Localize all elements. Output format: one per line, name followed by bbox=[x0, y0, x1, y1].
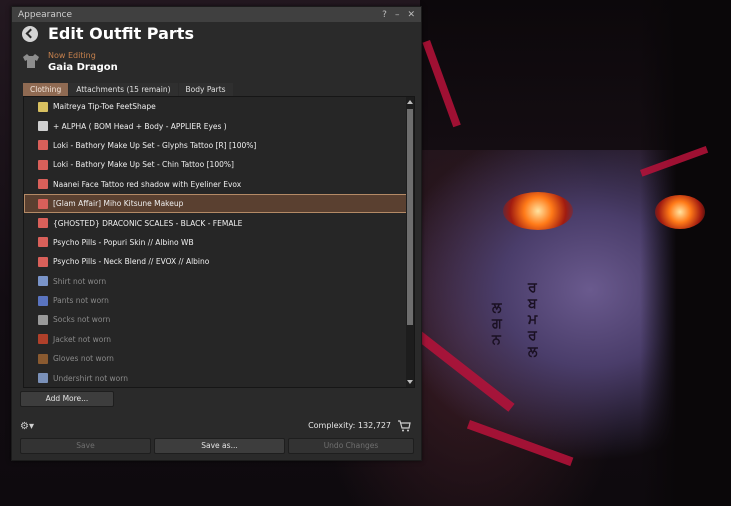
help-icon[interactable]: ? bbox=[382, 10, 387, 20]
page-title: Edit Outfit Parts bbox=[48, 24, 194, 43]
list-item-label: Psycho Pills - Neck Blend // EVOX // Alb… bbox=[53, 257, 210, 267]
tattoo-icon bbox=[38, 218, 48, 229]
tab-body-parts[interactable]: Body Parts bbox=[178, 83, 233, 96]
footer-bar: ⚙▾ Complexity: 132,727 bbox=[20, 419, 413, 435]
complexity-label: Complexity: 132,727 bbox=[308, 421, 391, 430]
list-item-label: Jacket not worn bbox=[53, 334, 112, 344]
list-item-label: Socks not worn bbox=[53, 315, 111, 325]
gloves-icon bbox=[38, 353, 48, 364]
scroll-down-icon[interactable] bbox=[407, 380, 413, 384]
list-item-label: Pants not worn bbox=[53, 296, 109, 306]
list-item-label: Undershirt not worn bbox=[53, 373, 128, 383]
list-scrollbar[interactable] bbox=[406, 97, 414, 387]
list-item[interactable]: + ALPHA ( BOM Head + Body - APPLIER Eyes… bbox=[24, 116, 414, 135]
list-item[interactable]: Psycho Pills - Neck Blend // EVOX // Alb… bbox=[24, 252, 414, 271]
jacket-icon bbox=[38, 334, 48, 345]
list-item-label: Loki - Bathory Make Up Set - Glyphs Tatt… bbox=[53, 140, 257, 150]
alpha-icon bbox=[38, 121, 48, 132]
tab-attachments[interactable]: Attachments (15 remain) bbox=[69, 83, 178, 96]
undo-changes-button[interactable]: Undo Changes bbox=[288, 438, 414, 454]
list-item[interactable]: [Glam Affair] Miho Kitsune Makeup bbox=[24, 193, 414, 214]
list-item-label: Loki - Bathory Make Up Set - Chin Tattoo… bbox=[53, 160, 234, 170]
list-item[interactable]: Loki - Bathory Make Up Set - Glyphs Tatt… bbox=[24, 136, 414, 155]
list-item-label: [Glam Affair] Miho Kitsune Makeup bbox=[53, 199, 184, 209]
outfit-shirt-icon bbox=[23, 54, 39, 68]
list-item-label: Shirt not worn bbox=[53, 276, 107, 286]
tab-clothing[interactable]: Clothing bbox=[23, 83, 69, 96]
list-item[interactable]: Socks not worn bbox=[24, 310, 414, 329]
tattoo-icon bbox=[38, 237, 48, 248]
list-item-label: Maitreya Tip-Toe FeetShape bbox=[53, 102, 156, 112]
list-item[interactable]: {GHOSTED} DRACONIC SCALES - BLACK - FEMA… bbox=[24, 213, 414, 232]
list-item[interactable]: Undershirt not worn bbox=[24, 368, 414, 387]
list-item[interactable]: Maitreya Tip-Toe FeetShape bbox=[24, 97, 414, 116]
list-item[interactable]: Psycho Pills - Popuri Skin // Albino WB bbox=[24, 233, 414, 252]
tattoo-icon bbox=[38, 140, 48, 151]
window-titlebar[interactable]: Appearance ? – ✕ bbox=[12, 7, 421, 22]
tattoo-icon bbox=[38, 179, 48, 190]
list-item[interactable]: Loki - Bathory Make Up Set - Chin Tattoo… bbox=[24, 155, 414, 174]
pants-icon bbox=[38, 295, 48, 306]
save-as-button[interactable]: Save as... bbox=[154, 438, 285, 454]
back-icon[interactable] bbox=[22, 26, 38, 42]
clothing-list: Maitreya Tip-Toe FeetShape + ALPHA ( BOM … bbox=[23, 96, 415, 388]
list-item-label: + ALPHA ( BOM Head + Body - APPLIER Eyes… bbox=[53, 121, 227, 131]
shirt-icon bbox=[38, 276, 48, 287]
list-item-label: Naanei Face Tattoo red shadow with Eyeli… bbox=[53, 179, 242, 189]
scroll-thumb[interactable] bbox=[407, 109, 413, 325]
list-item[interactable]: Shirt not worn bbox=[24, 272, 414, 291]
window-title: Appearance bbox=[18, 9, 73, 20]
list-item[interactable]: Gloves not worn bbox=[24, 349, 414, 368]
list-item[interactable]: Naanei Face Tattoo red shadow with Eyeli… bbox=[24, 175, 414, 194]
cart-icon[interactable] bbox=[397, 420, 411, 432]
socks-icon bbox=[38, 314, 48, 325]
gear-icon[interactable]: ⚙▾ bbox=[20, 421, 34, 433]
tattoo-icon bbox=[38, 198, 48, 209]
save-button[interactable]: Save bbox=[20, 438, 151, 454]
panel-header: Edit Outfit Parts bbox=[12, 22, 421, 50]
appearance-floater: Appearance ? – ✕ Edit Outfit Parts Now E… bbox=[11, 6, 422, 461]
minimize-icon[interactable]: – bbox=[395, 10, 400, 20]
shape-icon bbox=[38, 101, 48, 112]
tattoo-icon bbox=[38, 159, 48, 170]
outfit-name: Gaia Dragon bbox=[48, 62, 118, 73]
list-item-label: {GHOSTED} DRACONIC SCALES - BLACK - FEMA… bbox=[53, 218, 243, 228]
tattoo-icon bbox=[38, 256, 48, 267]
list-item[interactable]: Pants not worn bbox=[24, 291, 414, 310]
tab-bar: Clothing Attachments (15 remain) Body Pa… bbox=[23, 83, 234, 96]
now-editing-label: Now Editing bbox=[48, 51, 96, 60]
undershirt-icon bbox=[38, 373, 48, 384]
scroll-up-icon[interactable] bbox=[407, 100, 413, 104]
list-item-label: Psycho Pills - Popuri Skin // Albino WB bbox=[53, 237, 194, 247]
list-item-label: Gloves not worn bbox=[53, 354, 114, 364]
list-item[interactable]: Jacket not worn bbox=[24, 330, 414, 349]
add-more-button[interactable]: Add More... bbox=[20, 391, 114, 407]
close-icon[interactable]: ✕ bbox=[407, 10, 415, 20]
